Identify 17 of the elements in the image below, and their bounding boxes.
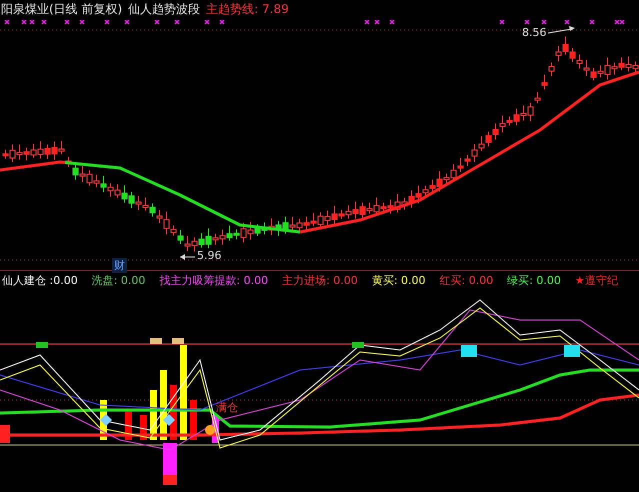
indicator-legend-item: 绿买: 0.00 <box>507 272 561 288</box>
indicator-name: 仙人趋势波段 <box>128 1 200 18</box>
indicator-legend-item: ★遵守纪 <box>574 272 618 288</box>
indicator-legend-item: 黄买: 0.00 <box>372 272 426 288</box>
finance-badge[interactable]: 财 <box>112 258 127 272</box>
indicator-legend-item: 主力进场: 0.00 <box>282 272 358 288</box>
indicator-legend-item: 找主力吸筹提款: 0.00 <box>159 272 268 288</box>
trend-line-value: 主趋势线: 7.89 <box>206 1 289 18</box>
price-annotation: 5.96 <box>197 248 222 262</box>
low-arrow <box>180 254 196 260</box>
indicator-legend-item: 洗盘: 0.00 <box>92 272 146 288</box>
stock-title: 阳泉煤业(日线 前复权) <box>1 1 122 18</box>
position-label: 满仓 <box>216 400 238 415</box>
indicator-legend-item: 红买: 0.00 <box>440 272 494 288</box>
indicator-legend-item: 仙人建仓 :0.00 <box>2 272 78 288</box>
high-arrow <box>548 26 575 33</box>
price-annotation: 8.56 <box>522 26 546 38</box>
